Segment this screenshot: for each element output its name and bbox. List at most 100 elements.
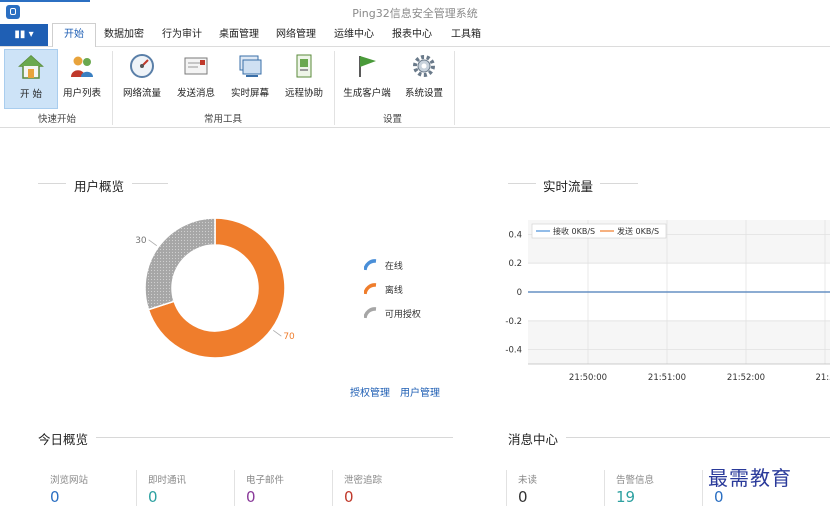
remote-assist-button[interactable]: 远程协助 xyxy=(278,49,330,107)
divider xyxy=(566,437,830,438)
kpi-divider xyxy=(702,470,703,506)
kpi-value-email: 0 xyxy=(246,488,256,506)
tab-data-encryption[interactable]: 数据加密 xyxy=(104,24,144,46)
kpi-label-alerts: 告警信息 xyxy=(616,475,655,486)
kpi-divider xyxy=(332,470,333,506)
kpi-value-leak-tracking: 0 xyxy=(344,488,354,506)
group-divider xyxy=(112,51,113,125)
kpi-value-instant-messaging: 0 xyxy=(148,488,158,506)
divider xyxy=(508,183,536,184)
network-traffic-button-label: 网络流量 xyxy=(122,88,161,99)
network-traffic-button[interactable]: 网络流量 xyxy=(116,49,168,107)
kpi-label-email: 电子邮件 xyxy=(246,475,285,486)
divider xyxy=(38,183,66,184)
send-message-button[interactable]: 发送消息 xyxy=(170,49,222,107)
legend-offline-swatch xyxy=(363,283,377,295)
user-management-link[interactable]: 用户管理 xyxy=(400,384,440,399)
legend-online: 在线 xyxy=(363,259,403,272)
y-tick-label: 0 xyxy=(517,288,522,298)
donut-data-label-2: 30 xyxy=(135,236,147,246)
kpi-value-alerts: 19 xyxy=(616,488,636,506)
tab-toolbox[interactable]: 工具箱 xyxy=(451,24,481,46)
tab-network-management[interactable]: 网络管理 xyxy=(276,24,316,46)
home-icon xyxy=(18,54,44,80)
x-tick-label: 21:51:00 xyxy=(648,373,686,383)
system-settings-button-label: 系统设置 xyxy=(404,88,443,99)
kpi-divider xyxy=(506,470,507,506)
divider xyxy=(132,183,168,184)
today-overview-title: 今日概览 xyxy=(38,432,89,447)
donut-label-leader-2 xyxy=(148,239,157,247)
live-screen-button-label: 实时屏幕 xyxy=(230,88,269,99)
legend-label-2: 发送 0KB/S xyxy=(617,226,659,236)
remote-icon xyxy=(291,53,317,79)
start-button-label: 开 始 xyxy=(19,89,43,100)
gear-icon xyxy=(411,53,437,79)
generate-client-button[interactable]: 生成客户端 xyxy=(338,49,396,107)
kpi-divider xyxy=(604,470,605,506)
kpi-label-instant-messaging: 即时通讯 xyxy=(148,475,187,486)
realtime-traffic-chart: 0.4 0.2 0 -0.2 -0.4 21:50:00 21:51:00 21:52:00 2… xyxy=(505,220,830,383)
title-bar: Ping32信息安全管理系统 xyxy=(0,0,830,25)
ribbon-tabs: ▮▮ ▾ 开始 数据加密 行为审计 桌面管理 网络管理 运维中心 报表中心 工具… xyxy=(0,23,830,48)
user-overview-donut-chart: 70 30 xyxy=(135,217,295,359)
user-list-button-label: 用户列表 xyxy=(62,88,101,99)
legend-label-1: 接收 0KB/S xyxy=(553,226,595,236)
kpi-divider xyxy=(234,470,235,506)
group-divider xyxy=(334,51,335,125)
live-screen-button[interactable]: 实时屏幕 xyxy=(224,49,276,107)
window-title: Ping32信息安全管理系统 xyxy=(352,7,478,20)
app-menu-button[interactable]: ▮▮ ▾ xyxy=(0,24,48,46)
group-label-quick-start: 快速开始 xyxy=(38,114,77,125)
gauge-icon xyxy=(129,53,155,79)
kpi-value-websites: 0 xyxy=(50,488,60,506)
legend-available-license-swatch xyxy=(363,307,377,319)
y-tick-label: -0.2 xyxy=(505,317,522,327)
divider xyxy=(96,437,453,438)
users-icon xyxy=(69,53,95,79)
chart-legend: 接收 0KB/S 发送 0KB/S xyxy=(531,223,667,239)
tab-desktop-management[interactable]: 桌面管理 xyxy=(219,24,259,46)
x-tick-label: 21:52:00 xyxy=(727,373,765,383)
donut-data-label-1: 70 xyxy=(283,332,295,342)
donut-label-leader-1 xyxy=(273,329,282,337)
tab-operations-center[interactable]: 运维中心 xyxy=(334,24,374,46)
user-overview-title: 用户概览 xyxy=(74,179,125,194)
x-tick-label: 21:50:00 xyxy=(569,373,607,383)
user-list-button[interactable]: 用户列表 xyxy=(56,49,108,107)
watermark: 最需教育 xyxy=(708,466,792,490)
tab-report-center[interactable]: 报表中心 xyxy=(392,24,432,46)
accent-line xyxy=(0,0,90,2)
start-button[interactable]: 开 始 xyxy=(4,49,58,109)
divider xyxy=(600,183,638,184)
group-label-settings: 设置 xyxy=(383,114,403,125)
legend-available-license-label: 可用授权 xyxy=(384,310,421,320)
legend-online-swatch xyxy=(363,259,377,271)
message-icon xyxy=(183,53,209,79)
x-tick-label: 21:5 xyxy=(815,373,830,383)
tab-start[interactable]: 开始 xyxy=(52,23,96,48)
kpi-label-websites: 浏览网站 xyxy=(50,475,89,486)
tab-behavior-audit[interactable]: 行为审计 xyxy=(162,24,202,46)
license-management-link[interactable]: 授权管理 xyxy=(350,384,390,399)
system-settings-button[interactable]: 系统设置 xyxy=(398,49,450,107)
kpi-label-unread: 未读 xyxy=(518,475,538,486)
screen-icon xyxy=(237,53,263,79)
group-label-common-tools: 常用工具 xyxy=(204,114,243,125)
legend-online-label: 在线 xyxy=(384,262,403,272)
realtime-traffic-title: 实时流量 xyxy=(543,179,594,194)
y-tick-label: 0.2 xyxy=(508,259,522,269)
flag-icon xyxy=(354,53,380,79)
generate-client-button-label: 生成客户端 xyxy=(343,88,391,99)
donut-slice-2 xyxy=(144,217,216,311)
ribbon-panel: 开 始 用户列表 网络流量 发送消息 实时屏幕 远程协助 生成客户端 系统设置 … xyxy=(0,47,830,128)
remote-assist-button-label: 远程协助 xyxy=(284,88,323,99)
group-divider xyxy=(454,51,455,125)
y-tick-label: -0.4 xyxy=(505,346,522,356)
kpi-value-unread: 0 xyxy=(518,488,528,506)
y-tick-label: 0.4 xyxy=(508,230,522,240)
send-message-button-label: 发送消息 xyxy=(176,88,215,99)
kpi-label-leak-tracking: 泄密追踪 xyxy=(344,475,383,486)
legend-offline: 离线 xyxy=(363,283,403,296)
legend-offline-label: 离线 xyxy=(384,286,403,296)
